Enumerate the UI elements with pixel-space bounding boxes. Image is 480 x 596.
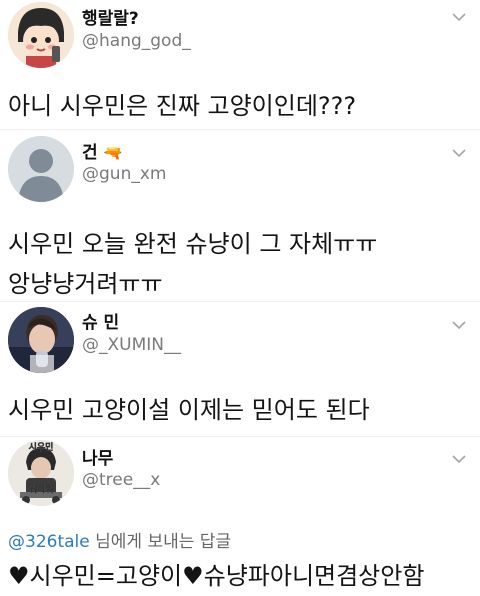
avatar[interactable]: 시우민 귀여워 bbox=[8, 440, 74, 506]
reply-mention-link[interactable]: @326tale bbox=[8, 532, 90, 552]
user-handle[interactable]: @gun_xm bbox=[82, 164, 166, 184]
replying-to: @326tale 님에게 보내는 답글 bbox=[8, 527, 231, 552]
tweet-2[interactable]: 건 🔫 @gun_xm 시우민 오늘 완전 슈냥이 그 자체ㅠㅠ 앙냥냥거려ㅠㅠ bbox=[0, 130, 480, 300]
photo-avatar-icon: 시우민 귀여워 bbox=[8, 440, 74, 506]
display-name[interactable]: 슈 민 bbox=[82, 308, 119, 333]
display-name-text: 건 bbox=[82, 143, 98, 163]
photo-avatar-icon bbox=[8, 307, 74, 373]
avatar[interactable] bbox=[8, 136, 74, 202]
chevron-down-icon[interactable] bbox=[452, 454, 466, 464]
chevron-down-icon[interactable] bbox=[452, 148, 466, 158]
tweet-text: 시우민 오늘 완전 슈냥이 그 자체ㅠㅠ 앙냥냥거려ㅠㅠ bbox=[8, 230, 378, 298]
avatar-caption-top: 시우민 bbox=[29, 441, 54, 453]
avatar-caption-bottom: 귀여워 bbox=[29, 483, 54, 495]
tweet-1[interactable]: 행랄랄? @hang_god_ 아니 시우민은 진짜 고양이인데??? bbox=[0, 0, 480, 140]
cartoon-avatar-icon bbox=[8, 2, 74, 68]
avatar[interactable] bbox=[8, 2, 74, 68]
tweet-text: ♥시우민=고양이♥슈냥파아니면겸상안함 bbox=[8, 562, 425, 590]
user-handle[interactable]: @_XUMIN__ bbox=[82, 335, 181, 355]
tweet-text: 아니 시우민은 진짜 고양이인데??? bbox=[8, 92, 357, 120]
chevron-down-icon[interactable] bbox=[452, 12, 466, 22]
avatar[interactable] bbox=[8, 307, 74, 373]
display-name[interactable]: 행랄랄? bbox=[82, 4, 139, 29]
tweet-3[interactable]: 슈 민 @_XUMIN__ 시우민 고양이설 이제는 믿어도 된다 bbox=[0, 302, 480, 436]
display-name[interactable]: 건 🔫 bbox=[82, 138, 122, 163]
reply-suffix: 님에게 보내는 답글 bbox=[95, 532, 232, 552]
default-avatar-icon bbox=[8, 136, 74, 202]
water-gun-emoji: 🔫 bbox=[103, 144, 123, 162]
chevron-down-icon[interactable] bbox=[452, 320, 466, 330]
user-handle[interactable]: @hang_god_ bbox=[82, 31, 191, 51]
user-handle[interactable]: @tree__x bbox=[82, 470, 160, 490]
tweet-text: 시우민 고양이설 이제는 믿어도 된다 bbox=[8, 396, 370, 424]
display-name[interactable]: 나무 bbox=[82, 444, 113, 469]
